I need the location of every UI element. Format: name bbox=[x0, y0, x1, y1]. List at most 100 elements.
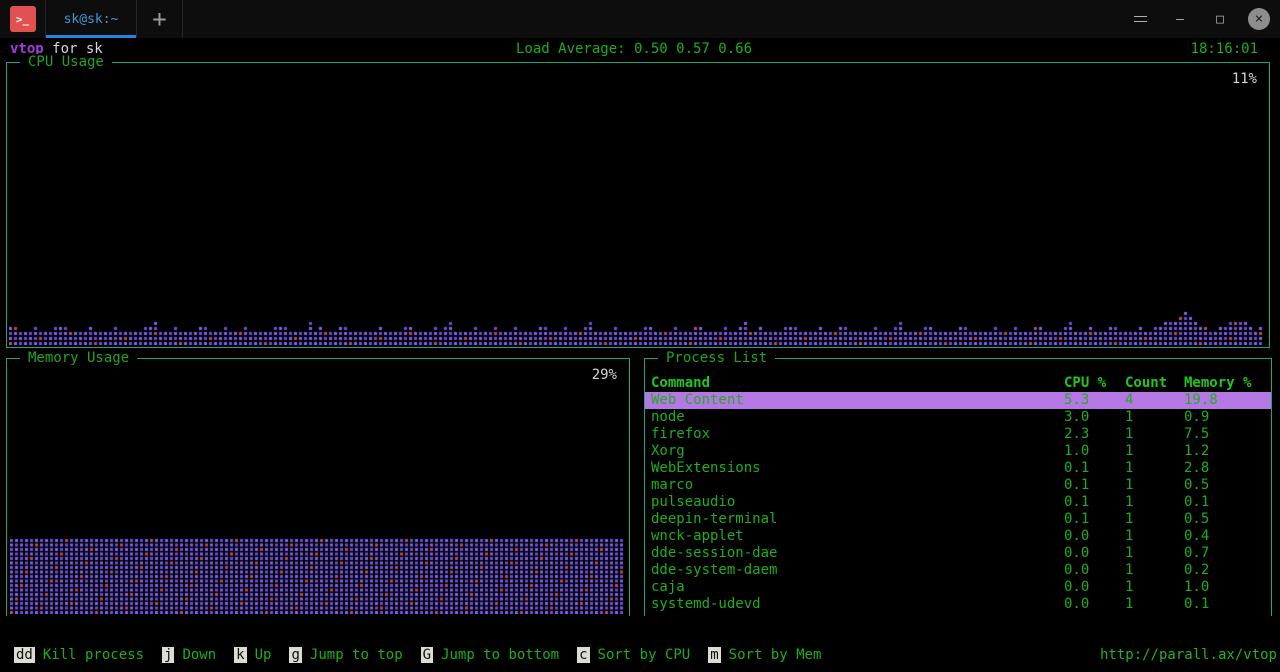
process-count: 1 bbox=[1125, 545, 1184, 562]
clock: 18:16:01 bbox=[752, 41, 1258, 57]
process-command: WebExtensions bbox=[651, 460, 1064, 477]
shortcut-key: m bbox=[708, 647, 720, 663]
process-memory: 0.5 bbox=[1184, 477, 1271, 494]
col-cpu[interactable]: CPU % bbox=[1064, 375, 1125, 392]
process-cpu: 0.1 bbox=[1064, 477, 1125, 494]
shortcut-hint: jDown bbox=[162, 647, 216, 663]
process-count: 1 bbox=[1125, 511, 1184, 528]
process-count: 1 bbox=[1125, 579, 1184, 596]
process-command: deepin-terminal bbox=[651, 511, 1064, 528]
process-row[interactable]: node3.010.9 bbox=[645, 409, 1271, 426]
terminal-app-icon: >_ bbox=[10, 6, 36, 32]
process-cpu: 0.0 bbox=[1064, 579, 1125, 596]
col-memory[interactable]: Memory % bbox=[1184, 375, 1271, 392]
process-memory: 19.8 bbox=[1184, 392, 1271, 409]
process-memory: 0.1 bbox=[1184, 494, 1271, 511]
shortcut-hint: m Sort by Mem bbox=[708, 647, 821, 663]
process-cpu: 0.1 bbox=[1064, 460, 1125, 477]
process-count: 1 bbox=[1125, 562, 1184, 579]
shortcut-label: Kill process bbox=[43, 647, 144, 663]
process-memory: 7.5 bbox=[1184, 426, 1271, 443]
shortcut-label: Sort by Mem bbox=[729, 647, 822, 663]
shortcut-key: k bbox=[234, 647, 246, 663]
process-count: 1 bbox=[1125, 409, 1184, 426]
process-memory: 0.4 bbox=[1184, 528, 1271, 545]
process-row[interactable]: dde-system-daem0.010.2 bbox=[645, 562, 1271, 579]
shortcut-key: G bbox=[421, 647, 433, 663]
cpu-usage-panel: CPU Usage 11% bbox=[6, 62, 1270, 348]
col-command[interactable]: Command bbox=[651, 375, 1064, 392]
process-count: 1 bbox=[1125, 477, 1184, 494]
cpu-panel-title: CPU Usage bbox=[20, 54, 112, 70]
shortcut-key: c bbox=[577, 647, 589, 663]
process-count: 1 bbox=[1125, 494, 1184, 511]
col-count[interactable]: Count bbox=[1125, 375, 1184, 392]
process-command: systemd-udevd bbox=[651, 596, 1064, 613]
new-tab-button[interactable]: + bbox=[137, 0, 183, 38]
maximize-icon[interactable]: □ bbox=[1208, 7, 1232, 31]
process-cpu: 0.0 bbox=[1064, 596, 1125, 613]
process-memory: 0.5 bbox=[1184, 511, 1271, 528]
shortcut-hint: gJump to top bbox=[289, 647, 402, 663]
shortcut-label: Sort by CPU bbox=[598, 647, 691, 663]
process-command: marco bbox=[651, 477, 1064, 494]
shortcut-label: Jump to top bbox=[310, 647, 403, 663]
process-row[interactable]: caja0.011.0 bbox=[645, 579, 1271, 596]
process-cpu: 0.0 bbox=[1064, 528, 1125, 545]
process-memory: 0.9 bbox=[1184, 409, 1271, 426]
process-row[interactable]: firefox2.317.5 bbox=[645, 426, 1271, 443]
process-cpu: 5.3 bbox=[1064, 392, 1125, 409]
process-row[interactable]: Web Content5.3419.8 bbox=[645, 392, 1271, 409]
memory-panel-title: Memory Usage bbox=[20, 350, 137, 366]
menu-icon-lines bbox=[1134, 16, 1147, 22]
process-cpu: 0.1 bbox=[1064, 511, 1125, 528]
titlebar: >_ sk@sk:~ + — □ × bbox=[0, 0, 1280, 38]
process-memory: 0.7 bbox=[1184, 545, 1271, 562]
process-count: 4 bbox=[1125, 392, 1184, 409]
process-row[interactable]: wnck-applet0.010.4 bbox=[645, 528, 1271, 545]
process-row[interactable]: dde-session-dae0.010.7 bbox=[645, 545, 1271, 562]
process-command: Xorg bbox=[651, 443, 1064, 460]
process-command: caja bbox=[651, 579, 1064, 596]
process-row[interactable]: Xorg1.011.2 bbox=[645, 443, 1271, 460]
process-command: Web Content bbox=[651, 392, 1064, 409]
process-command: pulseaudio bbox=[651, 494, 1064, 511]
process-command: dde-session-dae bbox=[651, 545, 1064, 562]
vtop-url: http://parall.ax/vtop bbox=[821, 647, 1277, 663]
process-cpu: 0.0 bbox=[1064, 545, 1125, 562]
shortcut-hint: G Jump to bottom bbox=[421, 647, 559, 663]
memory-percent-value: 29% bbox=[592, 367, 617, 383]
process-row[interactable]: pulseaudio0.110.1 bbox=[645, 494, 1271, 511]
shortcut-key: dd bbox=[14, 647, 35, 663]
close-icon[interactable]: × bbox=[1248, 8, 1270, 30]
shortcut-label: Up bbox=[255, 647, 272, 663]
process-row[interactable]: marco0.110.5 bbox=[645, 477, 1271, 494]
process-cpu: 2.3 bbox=[1064, 426, 1125, 443]
tab-title: sk@sk:~ bbox=[64, 12, 119, 27]
titlebar-drag-area[interactable] bbox=[183, 0, 1128, 38]
process-row[interactable]: deepin-terminal0.110.5 bbox=[645, 511, 1271, 528]
terminal-tab[interactable]: sk@sk:~ bbox=[46, 0, 137, 38]
process-memory: 0.2 bbox=[1184, 562, 1271, 579]
process-list-panel: Process List Command CPU % Count Memory … bbox=[644, 358, 1272, 616]
process-command: firefox bbox=[651, 426, 1064, 443]
process-panel-title: Process List bbox=[658, 350, 775, 366]
process-count: 1 bbox=[1125, 596, 1184, 613]
process-memory: 1.0 bbox=[1184, 579, 1271, 596]
shortcut-hint: k Up bbox=[234, 647, 271, 663]
minimize-icon[interactable]: — bbox=[1168, 7, 1192, 31]
shortcut-label: Jump to bottom bbox=[441, 647, 559, 663]
process-cpu: 3.0 bbox=[1064, 409, 1125, 426]
memory-history-chart bbox=[10, 537, 625, 614]
tab-active-underline bbox=[46, 35, 136, 38]
memory-usage-panel: Memory Usage 29% bbox=[6, 358, 630, 616]
process-count: 1 bbox=[1125, 460, 1184, 477]
process-count: 1 bbox=[1125, 426, 1184, 443]
menu-icon[interactable] bbox=[1128, 7, 1152, 31]
shortcut-label: Down bbox=[182, 647, 216, 663]
shortcut-hint: c Sort by CPU bbox=[577, 647, 690, 663]
shortcut-hints: dd Kill process jDown k Up gJump to top G Jump … bbox=[14, 647, 821, 663]
process-row[interactable]: WebExtensions0.112.8 bbox=[645, 460, 1271, 477]
process-memory: 2.8 bbox=[1184, 460, 1271, 477]
process-row[interactable]: systemd-udevd0.010.1 bbox=[645, 596, 1271, 613]
